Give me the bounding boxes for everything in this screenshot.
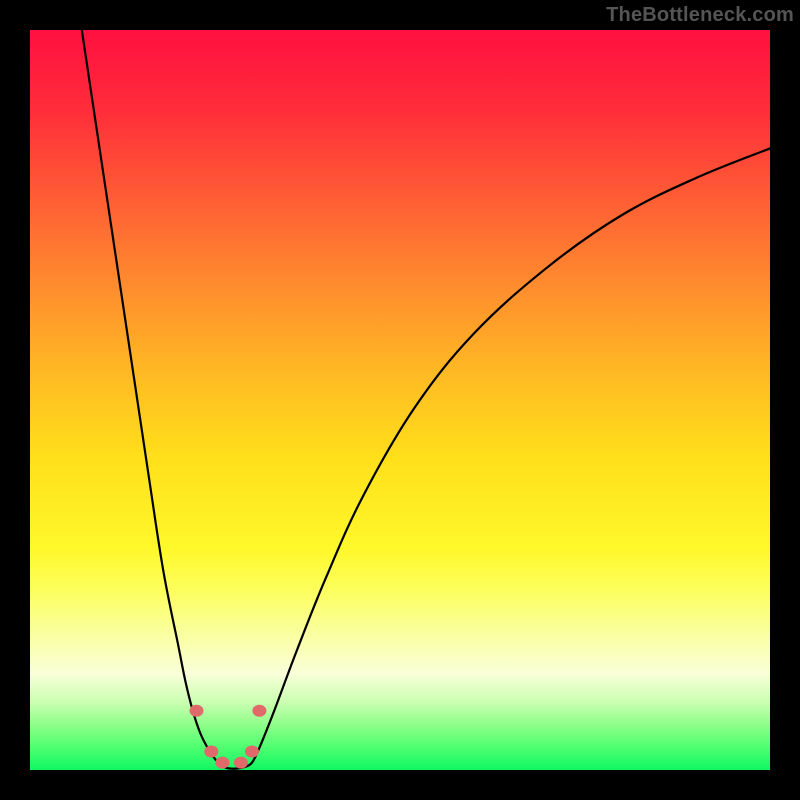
chart-frame: TheBottleneck.com: [0, 0, 800, 800]
bottleneck-curve: [82, 30, 770, 769]
valley-marker: [204, 746, 218, 758]
attribution-text: TheBottleneck.com: [606, 4, 794, 27]
plot-area: [30, 30, 770, 770]
valley-marker: [245, 746, 259, 758]
valley-marker: [215, 757, 229, 769]
valley-marker: [234, 757, 248, 769]
valley-marker: [190, 705, 204, 717]
curve-layer: [30, 30, 770, 770]
valley-marker: [252, 705, 266, 717]
